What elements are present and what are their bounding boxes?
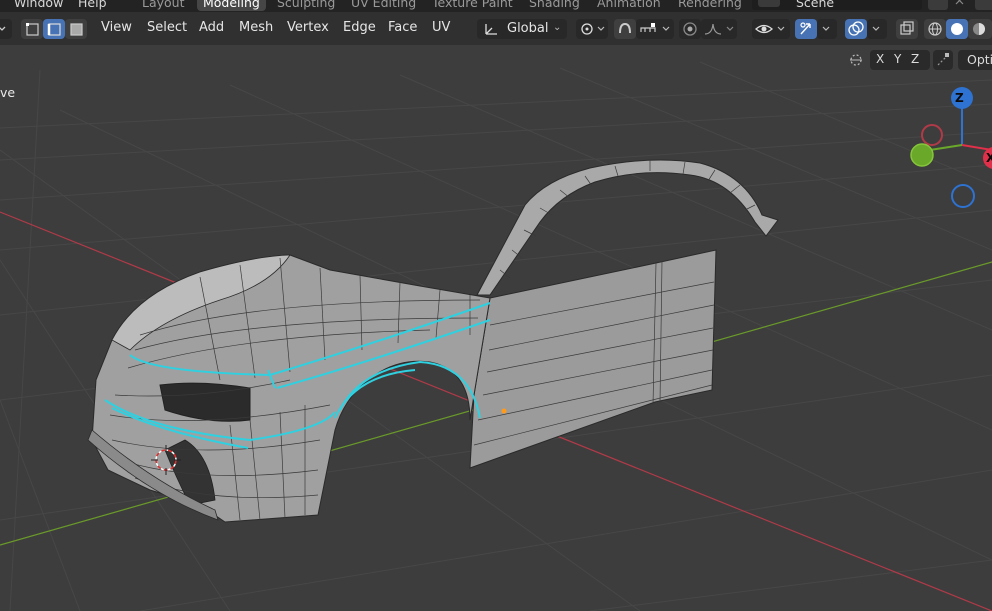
overlays-toggle-button[interactable] xyxy=(845,19,867,39)
wireframe-shading-button[interactable] xyxy=(924,19,946,39)
neg-x-axis-handle[interactable] xyxy=(921,124,943,146)
options-dropdown[interactable]: Opti xyxy=(958,50,992,70)
neg-z-axis-handle[interactable] xyxy=(951,184,975,208)
menu-vertex[interactable]: Vertex xyxy=(287,20,329,35)
menu-select[interactable]: Select xyxy=(147,20,187,35)
mirror-options-icon[interactable] xyxy=(848,52,864,68)
transform-orientation-dropdown[interactable]: Global ⌄ xyxy=(477,19,567,39)
object-visibility-dropdown[interactable] xyxy=(752,19,790,39)
options-label: Opti xyxy=(967,52,992,67)
car-body-mesh[interactable] xyxy=(87,159,779,523)
proportional-edit-button[interactable] xyxy=(679,19,701,39)
view-layer-button[interactable] xyxy=(975,0,992,10)
close-icon[interactable] xyxy=(950,0,970,10)
workspace-bar: Window Help Layout Modeling Sculpting UV… xyxy=(0,0,992,12)
viewport-header: View Select Add Mesh Vertex Edge Face UV… xyxy=(0,12,992,45)
snap-target-dropdown[interactable] xyxy=(636,19,674,39)
gizmo-dropdown[interactable] xyxy=(817,19,837,39)
menu-window[interactable]: Window xyxy=(14,0,63,10)
tab-layout[interactable]: Layout xyxy=(142,0,185,10)
menu-mesh[interactable]: Mesh xyxy=(239,20,273,35)
tab-sculpting[interactable]: Sculpting xyxy=(277,0,335,10)
mode-dropdown[interactable] xyxy=(0,19,12,39)
transform-orientation-value: Global xyxy=(507,21,549,36)
edge-select-mode-button[interactable] xyxy=(43,19,65,39)
pivot-point-dropdown[interactable] xyxy=(576,19,608,39)
mirror-x-toggle[interactable]: X xyxy=(876,52,884,66)
menu-help[interactable]: Help xyxy=(78,0,107,10)
tab-uv-editing[interactable]: UV Editing xyxy=(351,0,416,10)
tab-texture-paint[interactable]: Texture Paint xyxy=(432,0,513,10)
xray-toggle-button[interactable] xyxy=(896,19,918,39)
orientation-axes-icon xyxy=(485,24,497,35)
mirror-y-toggle[interactable]: Y xyxy=(894,52,901,66)
overlays-dropdown[interactable] xyxy=(867,19,887,39)
menu-edge[interactable]: Edge xyxy=(343,20,376,35)
y-axis-handle[interactable] xyxy=(910,143,934,167)
proportional-falloff-dropdown[interactable] xyxy=(701,19,737,39)
menu-view[interactable]: View xyxy=(101,20,132,35)
scene-selector[interactable]: Scene xyxy=(752,0,922,10)
tab-modeling[interactable]: Modeling xyxy=(197,0,266,11)
snap-toggle-button[interactable] xyxy=(614,19,636,39)
mirror-axis-toggles: X Y Z xyxy=(870,50,930,70)
tab-rendering[interactable]: Rendering xyxy=(678,0,742,10)
menu-uv[interactable]: UV xyxy=(432,20,450,35)
viewport-mode-label: ve xyxy=(0,85,16,100)
scene-name: Scene xyxy=(796,0,835,10)
gizmo-x-label: X xyxy=(986,151,992,165)
solid-shading-button[interactable] xyxy=(946,19,968,39)
chevron-down-icon: ⌄ xyxy=(553,22,562,33)
vertex-select-mode-button[interactable] xyxy=(21,19,43,39)
face-select-mode-button[interactable] xyxy=(65,19,87,39)
gizmo-toggle-button[interactable] xyxy=(795,19,817,39)
tab-shading[interactable]: Shading xyxy=(529,0,580,10)
auto-merge-icon[interactable] xyxy=(933,50,953,70)
gizmo-z-label: Z xyxy=(955,91,964,105)
menu-add[interactable]: Add xyxy=(199,20,224,35)
3d-viewport[interactable]: Z X ve X Y Z Opti xyxy=(0,45,992,611)
new-scene-button[interactable] xyxy=(928,0,948,10)
object-origin-dot xyxy=(501,408,507,414)
tab-animation[interactable]: Animation xyxy=(597,0,661,10)
viewport-canvas xyxy=(0,61,992,611)
menu-face[interactable]: Face xyxy=(388,20,417,35)
mirror-z-toggle[interactable]: Z xyxy=(911,52,919,66)
scene-icon xyxy=(758,0,780,7)
material-preview-button[interactable] xyxy=(968,19,992,39)
